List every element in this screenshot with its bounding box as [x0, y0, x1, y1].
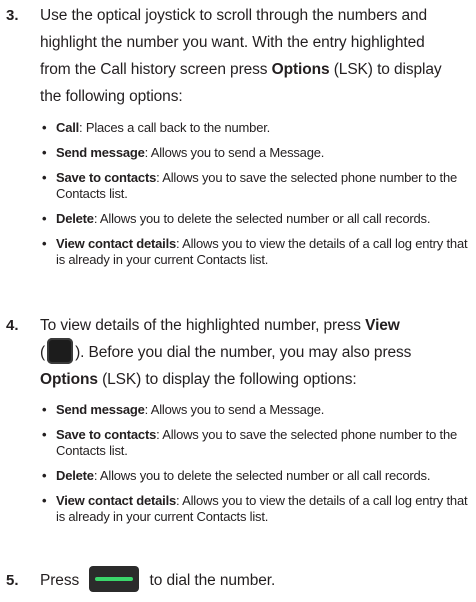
step-3-line-4: the following options:	[40, 88, 183, 105]
bullet: •	[42, 120, 47, 135]
step-3-line-3: from the Call history screen press Optio…	[40, 56, 470, 83]
option-desc: : Allows you to send a Message.	[144, 402, 325, 417]
option-term: View contact details	[56, 493, 177, 508]
list-item: • Save to contacts: Allows you to save th…	[40, 427, 470, 459]
step-3-line-3-b: (LSK) to display	[329, 61, 442, 78]
step-3-line-3-a: from the Call history screen press	[40, 61, 272, 78]
view-label: View	[365, 317, 400, 334]
option-term: Send message	[56, 402, 145, 417]
step-4-line-3: Options (LSK) to display the following o…	[40, 366, 470, 393]
list-item: • View contact details: Allows you to vie…	[40, 493, 470, 525]
step-number: 3.	[6, 7, 19, 24]
paren-open: (	[40, 344, 46, 361]
list-item: • Call: Places a call back to the number.	[40, 120, 470, 136]
step-4-line-1-a: To view details of the highlighted numbe…	[40, 317, 366, 334]
option-term: View contact details	[56, 236, 177, 251]
step-4-line-1: To view details of the highlighted numbe…	[40, 312, 470, 339]
option-term: Delete	[56, 468, 94, 483]
bullet: •	[42, 468, 47, 483]
step-3-text: Use the optical joystick to scroll throu…	[40, 2, 470, 110]
bullet: •	[42, 493, 47, 508]
view-key-icon	[47, 337, 74, 364]
bullet: •	[42, 427, 47, 442]
option-desc: : Allows you to delete the selected numb…	[93, 468, 431, 483]
send-key-icon	[89, 565, 140, 592]
step-4-text: To view details of the highlighted numbe…	[40, 312, 470, 393]
option-desc: : Allows you to delete the selected numb…	[93, 211, 431, 226]
option-term: Save to contacts	[56, 170, 157, 185]
step-5-text-a: Press	[40, 572, 84, 589]
step-4-line-2: ( ). Before you dial the number, you may …	[40, 337, 470, 366]
option-term: Save to contacts	[56, 427, 157, 442]
bullet: •	[42, 236, 47, 251]
step-number: 4.	[6, 317, 19, 334]
option-term: Send message	[56, 145, 145, 160]
step-3-options-list: • Call: Places a call back to the number.…	[40, 120, 470, 277]
step-4-line-2-b: ). Before you dial the number, you may a…	[75, 344, 412, 361]
options-label: Options	[271, 61, 330, 78]
list-item: • Save to contacts: Allows you to save th…	[40, 170, 470, 202]
list-item: • Send message: Allows you to send a Mess…	[40, 145, 470, 161]
option-term: Delete	[56, 211, 94, 226]
step-5-text: Press to dial the number.	[40, 565, 470, 594]
options-label: Options	[40, 371, 98, 388]
manual-page: 3. Use the optical joystick to scroll th…	[0, 0, 476, 602]
step-4-line-3-b: (LSK) to display the following options:	[97, 371, 357, 388]
step-3-line-2: highlight the number you want. With the …	[40, 34, 425, 51]
bullet: •	[42, 402, 47, 417]
step-3-line-1: Use the optical joystick to scroll throu…	[40, 7, 428, 24]
bullet: •	[42, 170, 47, 185]
step-5-text-b: to dial the number.	[145, 572, 276, 589]
bullet: •	[42, 145, 47, 160]
list-item: • Delete: Allows you to delete the select…	[40, 211, 470, 227]
list-item: • Delete: Allows you to delete the select…	[40, 468, 470, 484]
option-desc: : Allows you to send a Message.	[144, 145, 325, 160]
step-4-options-list: • Send message: Allows you to send a Mess…	[40, 402, 470, 534]
option-term: Call	[56, 120, 80, 135]
list-item: • View contact details: Allows you to vie…	[40, 236, 470, 268]
list-item: • Send message: Allows you to send a Mess…	[40, 402, 470, 418]
bullet: •	[42, 211, 47, 226]
option-desc: : Places a call back to the number.	[79, 120, 271, 135]
step-number: 5.	[6, 572, 19, 589]
send-key-bar	[95, 576, 134, 581]
